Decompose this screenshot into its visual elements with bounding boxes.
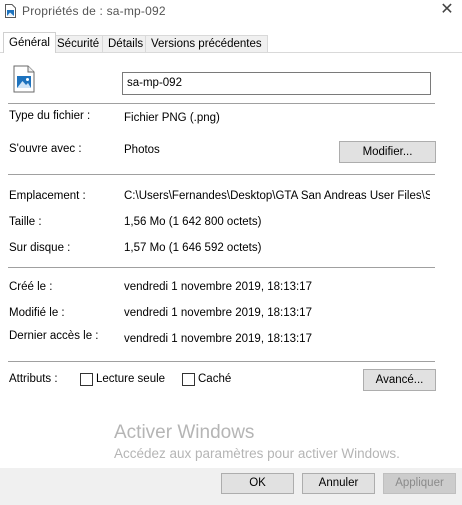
- hidden-checkbox[interactable]: [182, 373, 195, 386]
- readonly-checkbox[interactable]: [80, 373, 93, 386]
- apply-button[interactable]: Appliquer: [383, 473, 456, 494]
- disk-size-value: 1,57 Mo (1 646 592 octets): [124, 242, 262, 254]
- tab-security[interactable]: Sécurité: [51, 35, 106, 52]
- title-bar: Propriétés de : sa-mp-092 ✕: [0, 0, 462, 26]
- readonly-label[interactable]: Lecture seule: [96, 373, 165, 385]
- tab-general[interactable]: Général: [3, 32, 56, 53]
- modified-value: vendredi 1 novembre 2019, 18:13:17: [124, 307, 312, 319]
- activation-watermark-subtitle: Accédez aux paramètres pour activer Wind…: [114, 446, 400, 461]
- separator: [8, 103, 435, 104]
- location-value: C:\Users\Fernandes\Desktop\GTA San Andre…: [124, 190, 430, 202]
- hidden-label[interactable]: Caché: [198, 373, 231, 385]
- ok-button[interactable]: OK: [221, 473, 294, 494]
- window-title: Propriétés de : sa-mp-092: [22, 4, 166, 18]
- attributes-label: Attributs :: [9, 373, 58, 385]
- disk-size-label: Sur disque :: [9, 242, 71, 254]
- modified-label: Modifié le :: [9, 307, 65, 319]
- opens-with-label: S'ouvre avec :: [9, 143, 82, 155]
- close-icon[interactable]: ✕: [434, 0, 460, 22]
- tab-details[interactable]: Détails: [102, 35, 150, 52]
- tab-previous-versions[interactable]: Versions précédentes: [145, 35, 268, 52]
- size-value: 1,56 Mo (1 642 800 octets): [124, 216, 262, 228]
- activation-watermark-title: Activer Windows: [114, 422, 255, 443]
- filename-field[interactable]: sa-mp-092: [122, 72, 431, 95]
- accessed-value: vendredi 1 novembre 2019, 18:13:17: [124, 333, 312, 345]
- image-file-icon: [5, 4, 16, 18]
- accessed-label: Dernier accès le :: [9, 330, 99, 342]
- advanced-button[interactable]: Avancé...: [363, 369, 436, 391]
- separator: [8, 361, 435, 362]
- file-type-label: Type du fichier :: [9, 110, 91, 122]
- created-label: Créé le :: [9, 281, 53, 293]
- modify-button[interactable]: Modifier...: [339, 141, 436, 163]
- separator: [8, 174, 435, 175]
- created-value: vendredi 1 novembre 2019, 18:13:17: [124, 281, 312, 293]
- opens-with-value: Photos: [124, 144, 160, 156]
- file-type-icon: [13, 65, 35, 93]
- file-type-value: Fichier PNG (.png): [124, 112, 220, 124]
- size-label: Taille :: [9, 216, 42, 228]
- location-label: Emplacement :: [9, 190, 86, 202]
- cancel-button[interactable]: Annuler: [302, 473, 375, 494]
- separator: [8, 267, 435, 268]
